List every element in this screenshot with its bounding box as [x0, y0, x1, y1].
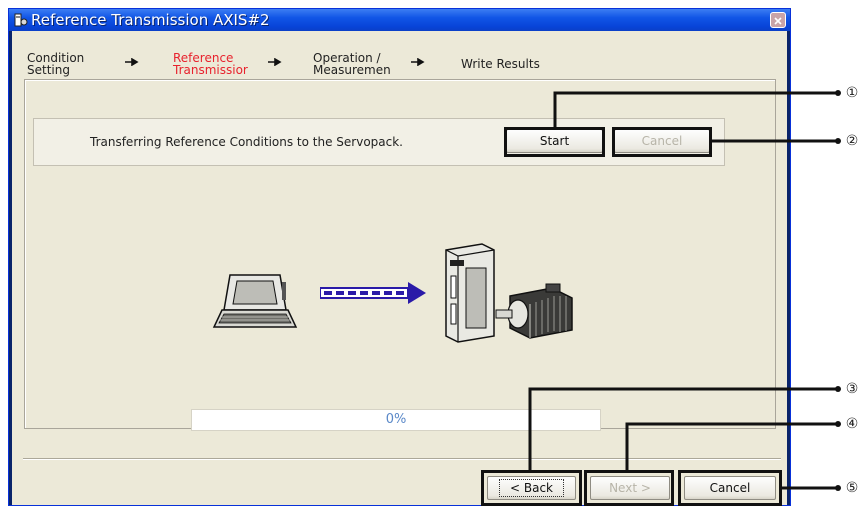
step-arrow-icon — [125, 58, 139, 66]
transfer-progress-bar: 0% — [191, 409, 601, 431]
dashed-arrow-icon — [320, 282, 426, 304]
callout-2: ② — [845, 133, 859, 149]
progress-text: 0% — [385, 412, 407, 427]
cancel-transfer-button[interactable]: Cancel — [614, 129, 710, 153]
callout-1: ① — [845, 85, 859, 101]
start-button[interactable]: Start — [506, 129, 603, 153]
callout-dot — [835, 138, 841, 144]
callout-dot — [835, 421, 841, 427]
step-reference-transmission: Reference Transmissior — [173, 51, 248, 77]
close-icon — [774, 17, 782, 25]
close-button[interactable] — [770, 12, 786, 28]
title-bar[interactable]: Reference Transmission AXIS#2 — [9, 9, 790, 31]
step-arrow-icon — [411, 58, 425, 66]
app-icon — [14, 13, 28, 27]
laptop-icon — [212, 274, 298, 328]
back-button-label: < Back — [498, 479, 564, 497]
callout-5: ⑤ — [845, 480, 859, 496]
step-arrow-icon — [268, 58, 282, 66]
transfer-message: Transferring Reference Conditions to the… — [90, 135, 403, 149]
callout-dot — [835, 485, 841, 491]
next-button[interactable]: Next > — [590, 476, 670, 500]
step-condition-setting: Condition Setting — [27, 51, 85, 77]
callout-dot — [835, 386, 841, 392]
servopack-motor-icon — [445, 243, 573, 343]
window-title: Reference Transmission AXIS#2 — [31, 11, 270, 29]
callout-3: ③ — [845, 381, 859, 397]
wizard-window: Reference Transmission AXIS#2 Condition … — [8, 8, 791, 506]
callout-4: ④ — [845, 416, 859, 432]
footer-separator — [23, 458, 781, 460]
step-write-results: Write Results — [461, 57, 540, 71]
wizard-client: Condition Setting Reference Transmissior… — [12, 31, 787, 505]
callout-dot — [835, 90, 841, 96]
cancel-button[interactable]: Cancel — [684, 476, 776, 500]
step-operation-measurement: Operation / Measuremen — [313, 51, 391, 77]
back-button[interactable]: < Back — [487, 476, 576, 500]
